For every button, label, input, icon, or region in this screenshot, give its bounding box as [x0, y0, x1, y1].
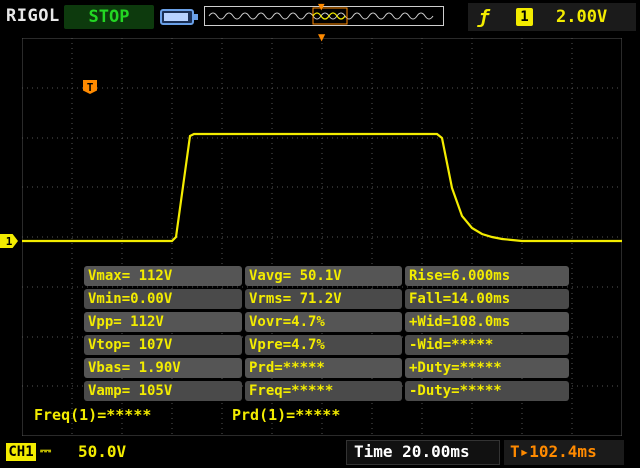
measurement-cell: Vavg= 50.1V [245, 266, 402, 286]
measurement-row: Vmin=0.00V Vrms= 71.2V Fall=14.00ms [84, 289, 572, 309]
timebase-scale: Time 20.00ms [354, 442, 470, 461]
trigger-offset: T▸102.4ms [510, 442, 597, 461]
measurement-cell: Freq=***** [245, 381, 402, 401]
trigger-offset-value: 102.4ms [529, 442, 597, 461]
measurement-cell: Rise=6.000ms [405, 266, 569, 286]
measurement-cell: +Duty=***** [405, 358, 569, 378]
counter-frequency: Freq(1)=***** [34, 406, 152, 424]
measurement-row: Vtop= 107V Vpre=4.7% -Wid=***** [84, 335, 572, 355]
measurement-row: Vpp= 112V Vovr=4.7% +Wid=108.0ms [84, 312, 572, 332]
brand-logo: RIGOL [6, 6, 60, 26]
measurement-cell: Vmax= 112V [84, 266, 242, 286]
measurement-cell: Prd=***** [245, 358, 402, 378]
measurement-panel: Vmax= 112V Vavg= 50.1V Rise=6.000ms Vmin… [84, 266, 572, 404]
measurement-cell: Vpre=4.7% [245, 335, 402, 355]
vertical-scale[interactable]: 50.0V [78, 442, 126, 461]
channel-1-badge[interactable]: CH1 [6, 443, 36, 461]
measurement-cell: Fall=14.00ms [405, 289, 569, 309]
counter-period: Prd(1)=***** [232, 406, 341, 424]
trigger-level: 2.00V [556, 7, 608, 27]
measurement-row: Vamp= 105V Freq=***** -Duty=***** [84, 381, 572, 401]
rising-edge-icon: ƒ [478, 6, 490, 28]
measurement-cell: Vtop= 107V [84, 335, 242, 355]
dc-coupling-icon: ⎓ [40, 443, 52, 459]
trigger-position-marker: ▼ [318, 30, 326, 44]
ch1-ground-marker[interactable]: 1 [0, 234, 18, 248]
measurement-cell: Vovr=4.7% [245, 312, 402, 332]
top-status-bar: RIGOL STOP ▼ ƒ 1 2.00V [0, 0, 640, 34]
time-per-div: 20.00ms [402, 442, 470, 461]
bottom-status-bar: CH1 ⎓ 50.0V Time 20.00ms T▸102.4ms [0, 437, 640, 468]
trigger-info-panel[interactable] [468, 3, 636, 31]
measurement-cell: Vpp= 112V [84, 312, 242, 332]
measurement-cell: +Wid=108.0ms [405, 312, 569, 332]
trigger-position-top-icon: ▼ [318, 0, 325, 13]
measurement-row: Vmax= 112V Vavg= 50.1V Rise=6.000ms [84, 266, 572, 286]
measurement-cell: Vrms= 71.2V [245, 289, 402, 309]
measurement-cell: -Wid=***** [405, 335, 569, 355]
measurement-cell: -Duty=***** [405, 381, 569, 401]
trigger-offset-icon: T▸ [510, 442, 530, 461]
run-stop-indicator[interactable]: STOP [64, 5, 154, 29]
measurement-cell: Vbas= 1.90V [84, 358, 242, 378]
time-label: Time [354, 442, 393, 461]
measurement-cell: Vamp= 105V [84, 381, 242, 401]
measurement-row: Vbas= 1.90V Prd=***** +Duty=***** [84, 358, 572, 378]
measurement-cell: Vmin=0.00V [84, 289, 242, 309]
memory-depth-icon [160, 9, 198, 25]
trigger-source-badge: 1 [516, 8, 533, 26]
